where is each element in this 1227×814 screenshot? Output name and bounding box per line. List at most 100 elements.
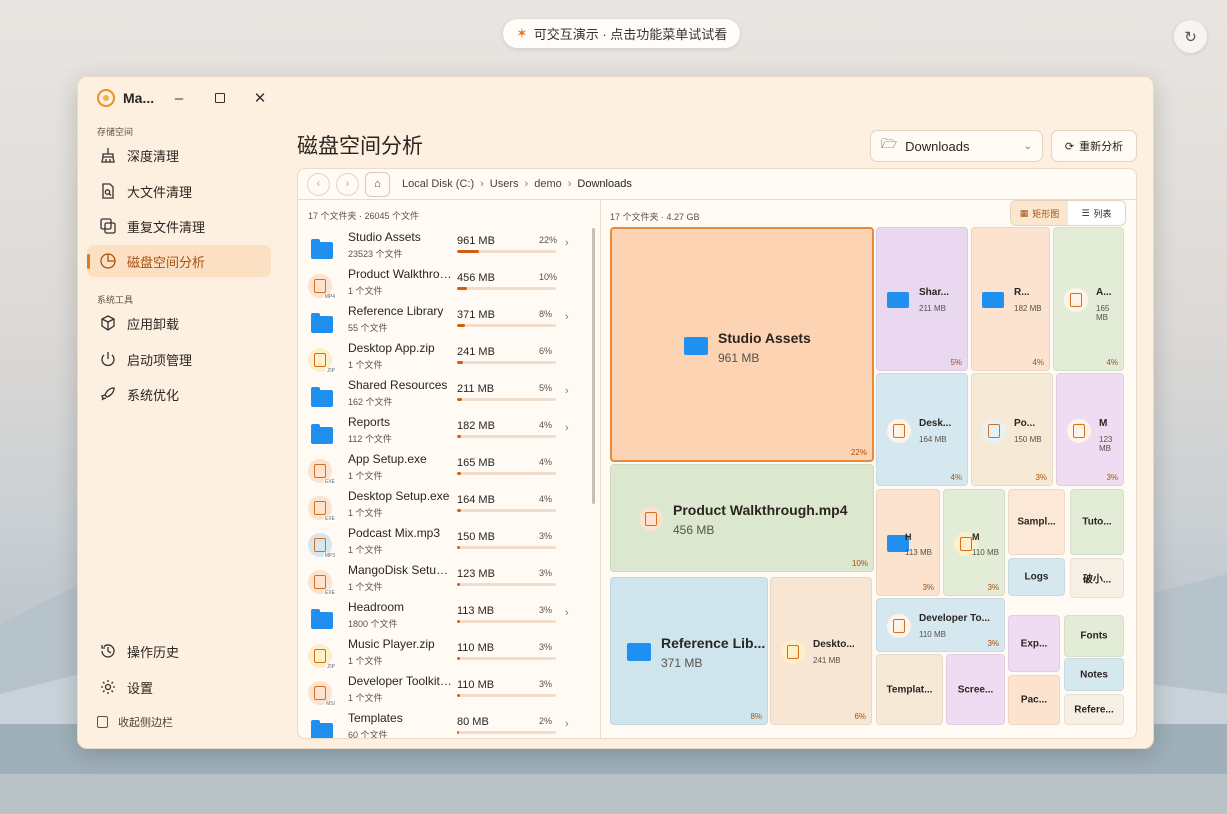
view-treemap-button[interactable]: ▦ 矩形图 [1011,201,1068,225]
sidebar-item-label: 深度清理 [127,148,180,164]
sidebar-item-deep-clean[interactable]: 深度清理 [87,139,271,171]
demo-banner-text: 可交互演示 · 点击功能菜单试试看 [533,27,728,42]
treemap-tile[interactable]: Reference Lib... 371 MB 8% [610,577,768,725]
usage-bar [457,398,556,401]
list-item[interactable]: Headroom 1800 个文件 113 MB 3% › [307,598,589,635]
list-item[interactable]: EXE MangoDisk Setup.exe 1 个文件 123 MB 3% [307,561,589,598]
treemap-tile[interactable]: M 123 MB 3% [1056,373,1124,486]
list-item[interactable]: MP3 Podcast Mix.mp3 1 个文件 150 MB 3% [307,524,589,561]
tile-percent: 8% [750,712,762,721]
folder-icon [307,715,333,738]
tile-percent: 22% [850,448,867,457]
power-icon [99,350,117,368]
list-item[interactable]: Reports 112 个文件 182 MB 4% › [307,413,589,450]
rescan-button[interactable]: ⟳ 重新分析 [1051,130,1137,162]
treemap-tile[interactable]: Tuto... [1070,489,1124,555]
treemap-tile[interactable]: Refere... [1064,694,1124,725]
treemap-tile[interactable]: Product Walkthrough.mp4 456 MB 10% [610,464,874,572]
reset-demo-button[interactable]: ↻ [1174,20,1207,53]
treemap-tile[interactable]: Sampl... [1008,489,1065,555]
treemap-tile[interactable]: Templat... [876,654,943,725]
treemap-tile[interactable]: Developer To... 110 MB 3% [876,598,1005,652]
treemap-tile[interactable]: Logs [1008,558,1065,596]
treemap-tile[interactable]: Po... 150 MB 3% [971,373,1053,486]
forward-button[interactable]: › [336,172,359,196]
chevron-right-icon: › [565,385,569,397]
list-item[interactable]: EXE App Setup.exe 1 个文件 165 MB 4% [307,450,589,487]
tile-size: 123 MB [1099,434,1113,453]
maximize-button[interactable] [208,87,232,109]
sidebar-item-label: 启动项管理 [127,352,193,368]
sidebar-item-optimize[interactable]: 系统优化 [87,378,271,410]
list-scrollbar[interactable] [592,228,595,504]
item-percent: 3% [539,605,553,615]
item-count: 1 个文件 [348,582,383,592]
treemap-tile[interactable]: Shar... 211 MB 5% [876,227,968,371]
treemap-tile[interactable]: Studio Assets 961 MB 22% [610,227,874,462]
treemap-tile[interactable]: Exp... [1008,615,1060,672]
sidebar-item-startup[interactable]: 启动项管理 [87,343,271,375]
file-exe-icon [1067,418,1091,443]
sidebar-item-uninstall[interactable]: 应用卸载 [87,307,271,339]
folder-icon [887,291,909,309]
breadcrumb-item[interactable]: Local Disk (C:) [402,178,474,190]
folder-select[interactable]: 🗁 Downloads ⌄ [870,130,1043,162]
item-size: 182 MB [457,420,495,432]
tile-size: 371 MB [661,656,703,670]
usage-bar-fill [457,361,463,364]
list-item[interactable]: EXE Desktop Setup.exe 1 个文件 164 MB 4% [307,487,589,524]
view-list-button[interactable]: ☰ 列表 [1068,201,1125,225]
file-list-pane: 17 个文件夹 · 26045 个文件 Studio Assets 23523 个… [298,199,601,738]
treemap-tile[interactable]: Scree... [946,654,1005,725]
treemap-tile[interactable]: R... 182 MB 4% [971,227,1050,371]
tile-name: M [1099,417,1108,429]
treemap-tile[interactable]: Deskto... 241 MB 6% [770,577,872,725]
tile-name: Sampl... [1017,516,1056,528]
sidebar-item-disk-analysis[interactable]: 磁盘空间分析 [87,245,271,277]
sidebar-item-settings[interactable]: 设置 [87,671,271,703]
close-button[interactable]: ✕ [248,87,272,109]
treemap-tile[interactable]: Pac... [1008,675,1060,725]
list-item[interactable]: ZIP Music Player.zip 1 个文件 110 MB 3% [307,635,589,672]
home-button[interactable]: ⌂ [365,171,390,197]
item-name: Product Walkthrough.mp4 [348,267,452,281]
sidebar-item-history[interactable]: 操作历史 [87,635,271,667]
usage-bar-fill [457,583,460,586]
tile-name: Notes [1080,669,1108,680]
tile-percent: 6% [854,712,866,721]
list-item[interactable]: MSI Developer Toolkit.msi 1 个文件 110 MB 3% [307,672,589,709]
list-summary: 17 个文件夹 · 26045 个文件 [308,211,420,221]
tile-percent: 3% [922,583,934,592]
treemap-tile[interactable]: H 113 MB 3% [876,489,940,596]
list-item[interactable]: Templates 60 个文件 80 MB 2% › [307,709,589,738]
list-item[interactable]: Reference Library 55 个文件 371 MB 8% › [307,302,589,339]
treemap-tile[interactable]: Fonts [1064,615,1124,657]
back-button[interactable]: ‹ [307,172,330,196]
item-count: 55 个文件 [348,323,388,333]
list-item[interactable]: MP4 Product Walkthrough.mp4 1 个文件 456 MB 10% [307,265,589,302]
treemap-tile[interactable]: A... 165 MB 4% [1053,227,1124,371]
chevron-right-icon: › [565,422,569,434]
file-exe-icon: EXE [307,493,336,522]
list-item[interactable]: Studio Assets 23523 个文件 961 MB 22% › [307,228,589,265]
sidebar-item-large-files[interactable]: 大文件清理 [87,175,271,207]
treemap-tile[interactable]: Desk... 164 MB 4% [876,373,968,486]
sidebar-item-label: 大文件清理 [127,184,193,200]
file-ext-tag: MP3 [323,553,336,559]
tile-percent: 3% [987,639,999,648]
breadcrumb: ‹ › ⌂ Local Disk (C:) › Users › demo › D… [298,169,1136,200]
breadcrumb-item[interactable]: Downloads [577,178,631,190]
list-item[interactable]: Shared Resources 162 个文件 211 MB 5% › [307,376,589,413]
sidebar-item-duplicates[interactable]: 重复文件清理 [87,210,271,242]
collapse-sidebar-button[interactable]: 收起侧边栏 [97,714,173,730]
treemap-tile[interactable]: Notes [1064,658,1124,691]
breadcrumb-item[interactable]: Users [490,178,519,190]
treemap-tile[interactable]: M 110 MB 3% [943,489,1005,596]
item-percent: 8% [539,309,553,319]
breadcrumb-item[interactable]: demo [534,178,562,190]
list-item[interactable]: ZIP Desktop App.zip 1 个文件 241 MB 6% [307,339,589,376]
minimize-button[interactable]: – [167,87,191,109]
item-percent: 5% [539,383,553,393]
item-count: 1 个文件 [348,360,383,370]
treemap-tile[interactable]: 破小... [1070,558,1124,598]
